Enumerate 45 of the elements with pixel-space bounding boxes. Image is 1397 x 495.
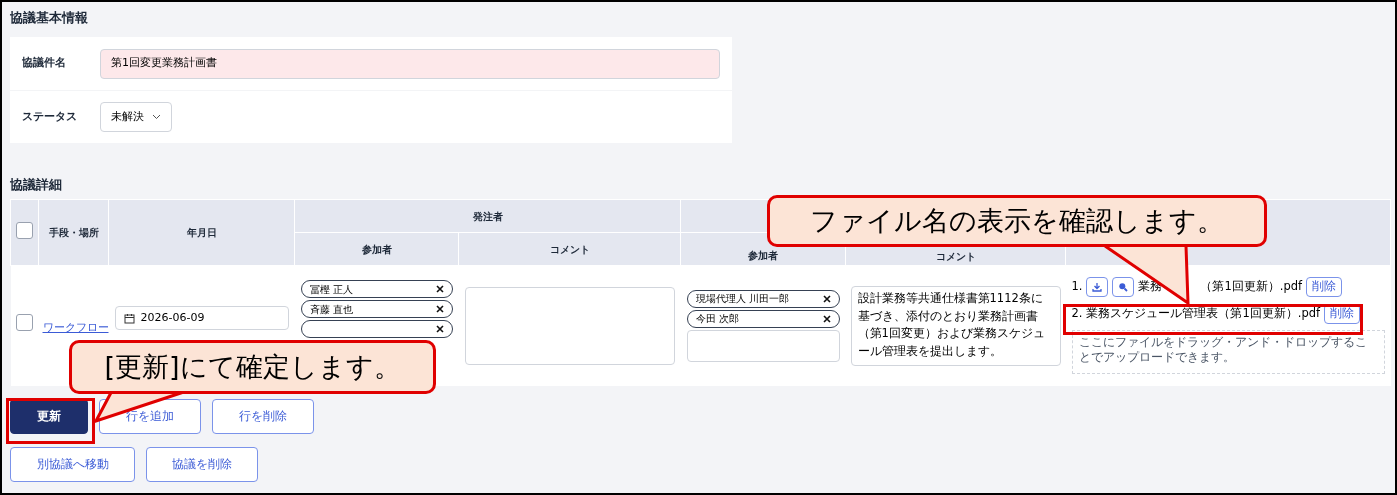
column-header: 年月日 xyxy=(186,227,217,238)
participant-name: 今田 次郎 xyxy=(695,312,739,327)
preview-button[interactable] xyxy=(1112,277,1135,297)
file-dropzone[interactable]: ここにファイルをドラッグ・アンド・ドロップすることでアップロードできます。 xyxy=(1071,330,1385,374)
file-name[interactable]: （第1回更新）.pdf xyxy=(1200,278,1303,296)
file-number: 2. xyxy=(1071,305,1083,323)
column-header: 手段・場所 xyxy=(48,227,99,238)
participant-name: 冨樫 正人 xyxy=(309,282,353,297)
action-button[interactable]: 協議を削除 xyxy=(146,446,258,482)
subject-field[interactable]: 第1回変更業務計画書 xyxy=(100,48,720,79)
field-label: ステータス xyxy=(22,108,78,125)
comment-field[interactable] xyxy=(464,286,675,365)
action-button[interactable]: 行を削除 xyxy=(212,398,314,434)
action-button[interactable]: 別協議へ移動 xyxy=(10,446,135,482)
date-field[interactable]: 2026-06-09 xyxy=(114,306,289,330)
participant-input[interactable] xyxy=(686,329,840,362)
file-number: 1. xyxy=(1071,278,1083,296)
remove-icon[interactable] xyxy=(822,294,831,303)
checkbox[interactable] xyxy=(16,222,33,239)
column-header: 発注者 xyxy=(472,210,503,222)
delete-file-button[interactable]: 削除 xyxy=(1306,277,1343,297)
column-header: コメント xyxy=(935,251,976,262)
date-value: 2026-06-09 xyxy=(140,309,205,326)
section-title: 協議基本情報 xyxy=(10,9,89,27)
chevron-down-icon xyxy=(152,114,161,120)
column-header: 参加者 xyxy=(361,243,392,255)
status-select[interactable]: 未解決 xyxy=(100,102,172,132)
remove-icon[interactable] xyxy=(822,314,831,323)
section-title: 協議詳細 xyxy=(10,176,63,194)
column-header: 参加者 xyxy=(748,250,778,261)
checkbox[interactable] xyxy=(16,313,33,331)
download-icon xyxy=(1092,282,1103,292)
comment-field[interactable]: 設計業務等共通仕様書第1112条に基づき、添付のとおり業務計画書（第1回変更）および業務スケジュール管理表を提出します。 xyxy=(850,285,1061,366)
download-button[interactable] xyxy=(1086,277,1109,297)
file-name[interactable]: 業務スケジュール管理表（第1回更新）.pdf xyxy=(1086,305,1321,323)
calendar-icon xyxy=(123,312,135,324)
method-link[interactable]: ワークフロー xyxy=(42,320,109,334)
search-icon xyxy=(1118,282,1129,292)
participant-name: 斉藤 直也 xyxy=(309,302,353,317)
participant-name: 現場代理人 川田一郎 xyxy=(695,292,789,307)
remove-icon[interactable] xyxy=(435,305,444,313)
remove-icon[interactable] xyxy=(435,285,444,293)
column-header: コメント xyxy=(549,243,590,255)
field-label: 協議件名 xyxy=(22,55,67,72)
remove-icon[interactable] xyxy=(435,325,444,333)
